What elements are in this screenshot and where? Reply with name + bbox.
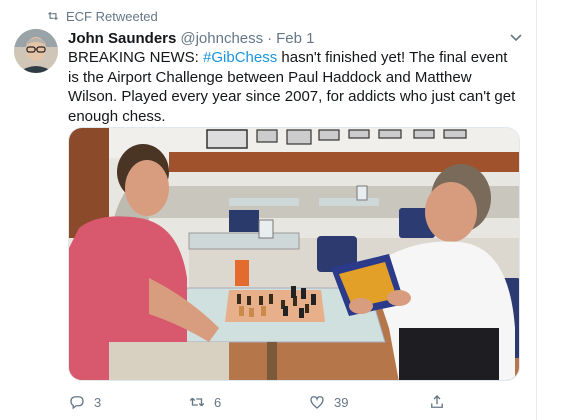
tweet[interactable]: ECF Retweeted John Saunders @johnchess ·…: [0, 0, 537, 420]
author-avatar-image: [14, 29, 58, 73]
avatar[interactable]: [14, 29, 58, 73]
retweet-action[interactable]: 6: [188, 392, 221, 412]
retweet-context[interactable]: ECF Retweeted: [46, 8, 158, 24]
tweet-actions: 3 6 39: [68, 392, 520, 412]
retweet-label: ECF Retweeted: [66, 8, 158, 24]
separator-dot: ·: [267, 29, 273, 47]
like-action[interactable]: 39: [308, 392, 348, 412]
retweet-icon: [189, 397, 205, 407]
photo-chess-players: [69, 128, 519, 380]
tweet-text-lead: BREAKING NEWS:: [68, 49, 204, 66]
author-handle[interactable]: @johnchess: [180, 30, 263, 47]
chevron-down-icon[interactable]: [509, 32, 523, 44]
like-count: 39: [334, 394, 349, 410]
tweet-header: John Saunders @johnchess · Feb 1: [68, 28, 315, 48]
tweet-photo[interactable]: [68, 127, 520, 381]
retweet-icon: [47, 11, 59, 21]
retweet-count: 6: [214, 394, 222, 410]
hashtag-link[interactable]: #GibChess: [203, 49, 277, 66]
heart-icon: [310, 396, 324, 409]
reply-count: 3: [94, 394, 102, 410]
author-name[interactable]: John Saunders: [68, 30, 176, 47]
tweet-text: BREAKING NEWS: #GibChess hasn't finished…: [68, 48, 518, 126]
reply-icon: [70, 396, 84, 410]
share-icon: [431, 395, 443, 408]
tweet-timestamp[interactable]: Feb 1: [276, 30, 314, 47]
share-action[interactable]: [428, 392, 446, 412]
reply-action[interactable]: 3: [68, 392, 101, 412]
